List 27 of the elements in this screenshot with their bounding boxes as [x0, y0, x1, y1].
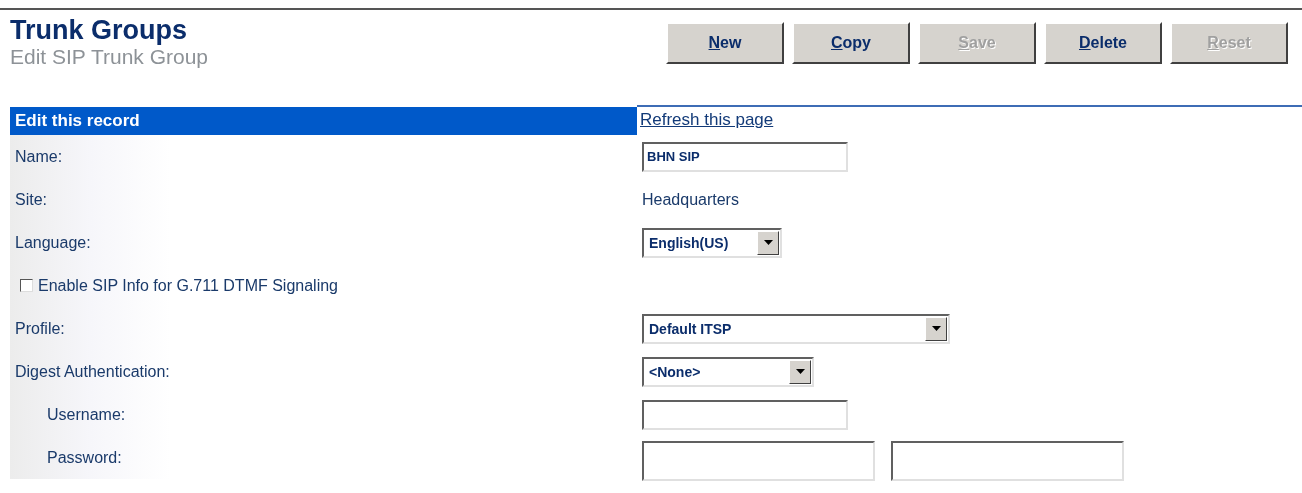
- field-label: Site:: [15, 190, 47, 209]
- input-field[interactable]: [891, 441, 1124, 481]
- checkbox-label: Enable SIP Info for G.711 DTMF Signaling: [38, 276, 338, 295]
- select-field[interactable]: <None>: [642, 356, 814, 387]
- field-label: Digest Authentication:: [15, 362, 170, 381]
- field-value: Headquarters: [642, 190, 739, 209]
- section-header: Edit this record: [10, 107, 637, 135]
- checkbox[interactable]: [20, 279, 33, 292]
- page-subtitle: Edit SIP Trunk Group: [10, 45, 210, 70]
- field-label: Username:: [46, 405, 126, 424]
- select-field[interactable]: Default ITSP: [642, 313, 950, 344]
- input-field[interactable]: [642, 441, 875, 481]
- input-field[interactable]: [642, 399, 848, 430]
- field-label: Password:: [46, 448, 122, 467]
- refresh-link[interactable]: Refresh this page: [640, 110, 774, 129]
- field-label: Profile:: [15, 319, 65, 338]
- field-label: Language:: [15, 233, 91, 252]
- caret-icon: [931, 326, 941, 331]
- toolbar-button[interactable]: Delete: [1044, 22, 1162, 64]
- page-title: Trunk Groups: [10, 16, 189, 44]
- toolbar-button[interactable]: New: [666, 22, 784, 64]
- input-field[interactable]: BHN SIP: [642, 141, 848, 172]
- select-field[interactable]: English(US): [642, 227, 782, 258]
- toolbar-button[interactable]: Copy: [792, 22, 910, 64]
- caret-icon: [795, 369, 805, 374]
- field-label: Name:: [15, 147, 63, 166]
- caret-icon: [763, 240, 773, 245]
